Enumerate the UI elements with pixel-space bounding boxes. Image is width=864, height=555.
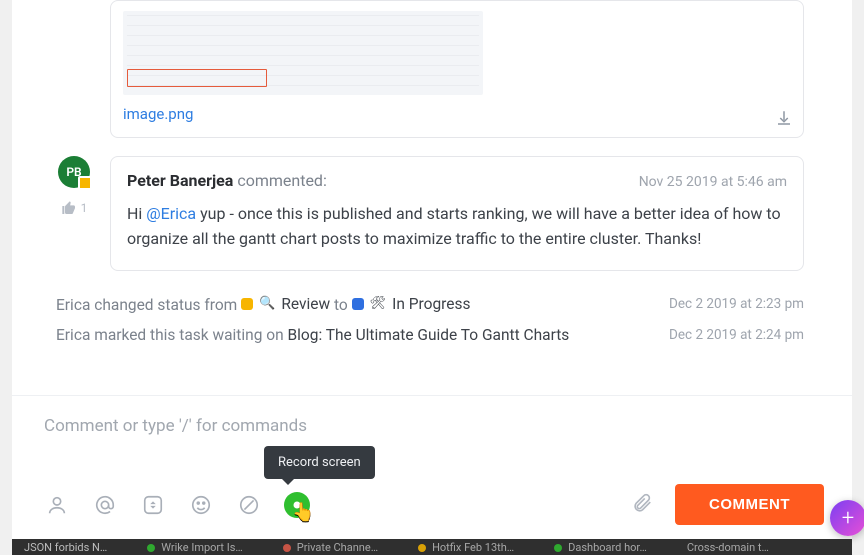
record-screen-button[interactable]: 👆 bbox=[284, 492, 310, 518]
emoji-icon[interactable] bbox=[188, 492, 214, 518]
cancel-icon[interactable] bbox=[236, 492, 262, 518]
taskbar: JSON forbids N… Wrike Import Is… Private… bbox=[12, 539, 852, 555]
comment-input[interactable]: Comment or type '/' for commands bbox=[44, 416, 824, 436]
attachment-thumbnail[interactable] bbox=[123, 11, 483, 95]
comment-author: Peter Banerjea bbox=[127, 171, 233, 190]
fab-add[interactable]: + bbox=[830, 500, 864, 536]
expand-icon[interactable] bbox=[140, 492, 166, 518]
like-button[interactable]: 1 bbox=[61, 200, 88, 216]
activity-status-change: Erica changed status from 🔍Review to 🛠In… bbox=[12, 289, 852, 320]
comment-row: PB 1 Peter Banerjea commented: Nov 25 20… bbox=[12, 156, 852, 289]
mention[interactable]: @Erica bbox=[146, 204, 196, 223]
hammer-icon: 🛠 bbox=[370, 296, 387, 311]
activity-timestamp: Dec 2 2019 at 2:24 pm bbox=[669, 327, 804, 343]
mention-icon[interactable] bbox=[92, 492, 118, 518]
composer: Comment or type '/' for commands Record … bbox=[12, 395, 852, 539]
attachment-card: image.png bbox=[110, 0, 804, 138]
status-color-inprogress bbox=[352, 298, 364, 310]
page: image.png PB 1 Peter Banerjea commented:… bbox=[12, 0, 852, 540]
comment-body: Hi @Erica yup - once this is published a… bbox=[127, 202, 787, 252]
activity-waiting-on: Erica marked this task waiting on Blog: … bbox=[12, 320, 852, 350]
attachment-filename[interactable]: image.png bbox=[123, 105, 791, 123]
attach-icon[interactable] bbox=[631, 492, 653, 518]
activity-timestamp: Dec 2 2019 at 2:23 pm bbox=[669, 296, 804, 312]
like-count: 1 bbox=[81, 201, 88, 215]
task-link[interactable]: Blog: The Ultimate Guide To Gantt Charts bbox=[288, 326, 570, 344]
comment-verb: commented: bbox=[237, 171, 327, 190]
comment-button[interactable]: COMMENT bbox=[675, 484, 824, 525]
avatar[interactable]: PB bbox=[58, 156, 90, 188]
assignee-icon[interactable] bbox=[44, 492, 70, 518]
comment-timestamp: Nov 25 2019 at 5:46 am bbox=[639, 174, 787, 190]
status-color-review bbox=[241, 298, 253, 310]
comment-bubble: Peter Banerjea commented: Nov 25 2019 at… bbox=[110, 156, 804, 271]
magnifier-icon: 🔍 bbox=[259, 296, 275, 311]
tooltip-record-screen: Record screen bbox=[264, 446, 375, 479]
download-icon[interactable] bbox=[775, 109, 793, 127]
